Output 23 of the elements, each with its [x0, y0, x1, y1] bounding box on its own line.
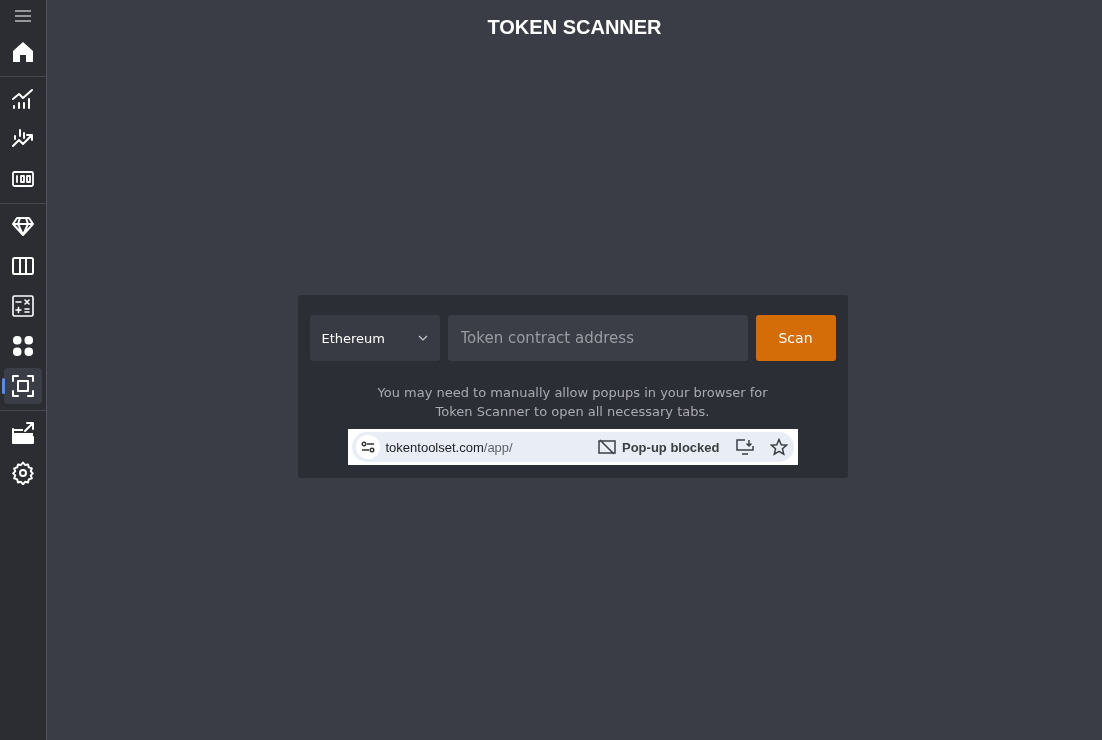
page-title: TOKEN SCANNER	[487, 16, 662, 39]
popup-note: You may need to manually allow popups in your browser for Token Scanner to open all necessary tabs.	[376, 384, 769, 421]
scan-button[interactable]: Scan	[755, 315, 836, 361]
sidebar-item[interactable]	[4, 368, 42, 404]
url-text: tokentoolset.com/app/	[385, 439, 514, 455]
scan-icon	[11, 374, 35, 398]
chart-icon	[11, 87, 35, 111]
site-settings-icon	[355, 435, 380, 459]
popup-status: Pop-up blocked	[622, 439, 720, 455]
chevron-down-icon	[417, 335, 428, 341]
columns-icon	[11, 254, 35, 278]
home-icon	[11, 40, 35, 64]
star-icon	[769, 438, 788, 456]
install-icon	[735, 439, 754, 455]
external-link-icon	[11, 421, 35, 445]
grid-icon	[11, 334, 35, 358]
settings-icon	[11, 461, 35, 485]
network-dropdown[interactable]: Ethereum	[309, 315, 440, 361]
address-field[interactable]: Token contract address	[447, 315, 748, 361]
menu-icon[interactable]	[15, 10, 31, 22]
diamond-icon	[11, 214, 35, 238]
popup-blocked-icon	[598, 439, 616, 455]
calculator-icon	[11, 294, 35, 318]
